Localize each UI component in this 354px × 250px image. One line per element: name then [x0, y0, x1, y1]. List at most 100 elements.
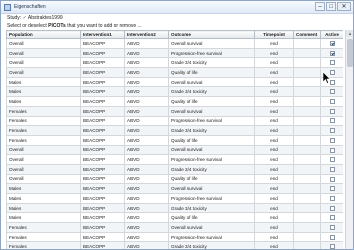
cell-active: [320, 231, 343, 243]
cell-active: [320, 202, 343, 214]
cell-active: [320, 154, 343, 165]
cell-timepoint: end: [254, 212, 294, 224]
active-checkbox[interactable]: [329, 147, 335, 153]
active-checkbox[interactable]: [329, 50, 335, 56]
active-checkbox[interactable]: [329, 186, 335, 192]
picots-emphasis: PICOTs: [48, 23, 66, 29]
table-row[interactable]: Males BEACOPP ABVD Quality of life end: [6, 96, 343, 107]
cell-timepoint: end: [254, 163, 294, 175]
table-row[interactable]: Females BEACOPP ABVD Grade 3/4 toxicity end: [6, 241, 343, 249]
active-checkbox[interactable]: [329, 215, 335, 221]
column-header-intervention2[interactable]: Intervention2: [124, 30, 169, 39]
cell-population: Males: [6, 212, 81, 224]
cell-intervention2: ABVD: [124, 105, 169, 117]
cell-active: [320, 57, 343, 69]
table-row[interactable]: Males BEACOPP ABVD Progression-free surviva…: [6, 193, 343, 204]
cell-intervention2: ABVD: [124, 241, 169, 249]
active-checkbox[interactable]: [329, 157, 335, 163]
cell-intervention1: BEACOPP: [80, 154, 125, 165]
active-checkbox[interactable]: [329, 118, 335, 124]
scroll-thumb[interactable]: [347, 39, 353, 67]
table-row[interactable]: Males BEACOPP ABVD Quality of life end: [6, 212, 343, 224]
table-row[interactable]: Overall BEACOPP ABVD Grade 3/4 toxicity end: [6, 57, 343, 69]
active-checkbox[interactable]: [329, 225, 335, 231]
scroll-up-arrow-icon[interactable]: ▲: [346, 30, 353, 37]
column-header-outcome[interactable]: Outcome: [168, 30, 255, 39]
table-row[interactable]: Males BEACOPP ABVD Grade 3/4 toxicity end: [6, 86, 343, 98]
table-row[interactable]: Overall BEACOPP ABVD Overall survival end: [6, 38, 343, 49]
table-row[interactable]: Overall BEACOPP ABVD Progression-free survi…: [6, 154, 343, 165]
table-row[interactable]: Overall BEACOPP ABVD Quality of life end: [6, 67, 343, 78]
cell-timepoint: end: [254, 193, 294, 204]
cell-active: [320, 96, 343, 107]
active-checkbox[interactable]: [329, 205, 335, 211]
cell-timepoint: end: [254, 154, 294, 165]
table-row[interactable]: Males BEACOPP ABVD Overall survival end: [6, 183, 343, 194]
active-checkbox[interactable]: [329, 40, 335, 46]
cell-intervention2: ABVD: [124, 47, 169, 59]
properties-dialog: Eigenschaften – □ ✕ Study: ✓ Abstraktes1…: [0, 0, 354, 250]
table-row[interactable]: Females BEACOPP ABVD Progression-free survi…: [6, 115, 343, 127]
active-checkbox[interactable]: [329, 128, 335, 134]
table-row[interactable]: Females BEACOPP ABVD Quality of life end: [6, 134, 343, 146]
active-checkbox[interactable]: [329, 234, 335, 240]
cell-comment: [293, 222, 321, 233]
active-checkbox[interactable]: [329, 166, 335, 172]
active-checkbox[interactable]: [329, 89, 335, 95]
cell-population: Males: [6, 202, 81, 214]
table-row[interactable]: Females BEACOPP ABVD Progression-free survi…: [6, 231, 343, 243]
table-row[interactable]: Overall BEACOPP ABVD Quality of life end: [6, 173, 343, 185]
active-checkbox[interactable]: [329, 244, 335, 249]
minimize-button[interactable]: –: [315, 2, 325, 11]
vertical-scrollbar[interactable]: ▲: [345, 30, 353, 249]
cell-comment: [293, 163, 321, 175]
cell-outcome: Overall survival: [168, 105, 255, 117]
active-checkbox[interactable]: [329, 60, 335, 66]
column-header-intervention1[interactable]: Intervention1: [80, 30, 125, 39]
cell-intervention1: BEACOPP: [80, 173, 125, 185]
column-header-comment[interactable]: Comment: [293, 30, 321, 39]
cell-timepoint: end: [254, 47, 294, 59]
cell-population: Females: [6, 134, 81, 146]
table-row[interactable]: Overall BEACOPP ABVD Progression-free survi…: [6, 47, 343, 59]
column-header-timepoint[interactable]: Timepoint: [254, 30, 294, 39]
column-header-population[interactable]: Population: [6, 30, 81, 39]
cell-active: [320, 47, 343, 59]
cell-outcome: Progression-free survival: [168, 154, 255, 165]
active-checkbox[interactable]: [329, 108, 335, 114]
table-row[interactable]: Males BEACOPP ABVD Overall survival end: [6, 76, 343, 88]
column-header-active[interactable]: Active: [320, 30, 343, 39]
cell-active: [320, 86, 343, 98]
active-checkbox[interactable]: [329, 137, 335, 143]
check-icon: ✓: [22, 15, 27, 21]
cell-outcome: Overall survival: [168, 38, 255, 49]
cell-comment: [293, 241, 321, 249]
cell-active: [320, 163, 343, 175]
table-row[interactable]: Males BEACOPP ABVD Grade 3/4 toxicity end: [6, 202, 343, 214]
mouse-pointer-icon: [323, 72, 331, 84]
table-row[interactable]: Overall BEACOPP ABVD Grade 3/4 toxicity end: [6, 163, 343, 175]
cell-outcome: Grade 3/4 toxicity: [168, 57, 255, 69]
table-row[interactable]: Females BEACOPP ABVD Grade 3/4 toxicity end: [6, 125, 343, 136]
cell-outcome: Progression-free survival: [168, 193, 255, 204]
active-checkbox[interactable]: [329, 195, 335, 201]
maximize-button[interactable]: □: [326, 2, 336, 11]
cell-timepoint: end: [254, 96, 294, 107]
cell-comment: [293, 212, 321, 224]
active-checkbox[interactable]: [329, 99, 335, 105]
cell-intervention2: ABVD: [124, 154, 169, 165]
table-row[interactable]: Overall BEACOPP ABVD Overall survival end: [6, 144, 343, 156]
study-line: Study: ✓ Abstraktes1999: [7, 15, 63, 21]
cell-intervention1: BEACOPP: [80, 241, 125, 249]
active-checkbox[interactable]: [329, 176, 335, 182]
cell-intervention2: ABVD: [124, 222, 169, 233]
table-row[interactable]: Females BEACOPP ABVD Overall survival end: [6, 222, 343, 233]
cell-timepoint: end: [254, 222, 294, 233]
close-button[interactable]: ✕: [337, 2, 351, 11]
cell-active: [320, 115, 343, 127]
cell-intervention2: ABVD: [124, 67, 169, 78]
cell-outcome: Quality of life: [168, 67, 255, 78]
cell-timepoint: end: [254, 173, 294, 185]
cell-intervention2: ABVD: [124, 144, 169, 156]
table-row[interactable]: Females BEACOPP ABVD Overall survival end: [6, 105, 343, 117]
